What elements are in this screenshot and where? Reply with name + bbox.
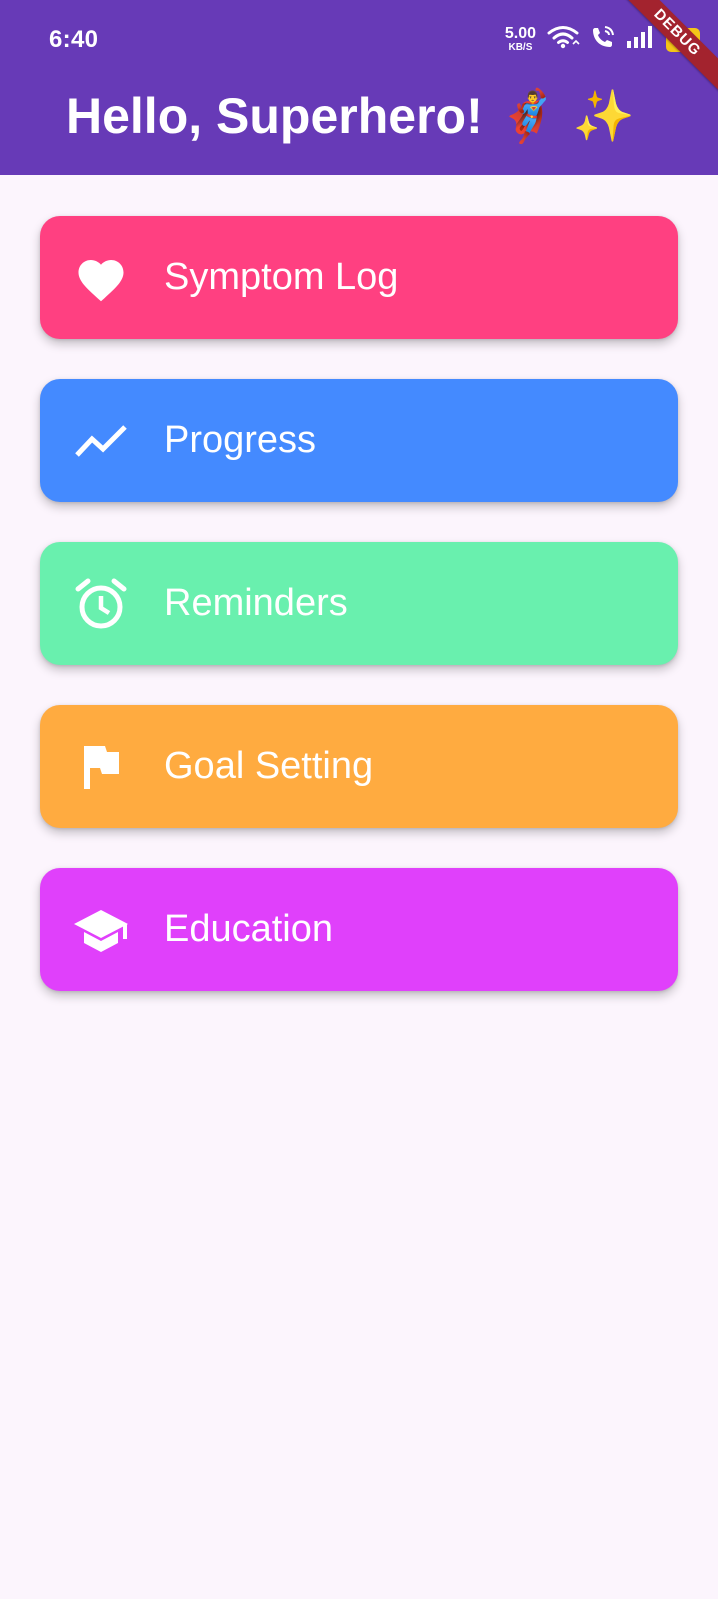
goal-setting-button[interactable]: Goal Setting xyxy=(40,705,678,828)
status-time: 6:40 xyxy=(49,26,99,53)
trending-up-icon xyxy=(72,412,130,470)
progress-label: Progress xyxy=(164,419,317,461)
heart-icon xyxy=(72,249,130,307)
reminders-button[interactable]: Reminders xyxy=(40,542,678,665)
network-speed-value: 5.00 xyxy=(504,25,536,42)
app-bar: 6:40 5.00 KB/S xyxy=(0,0,718,175)
education-button[interactable]: Education xyxy=(40,868,678,991)
progress-button[interactable]: Progress xyxy=(40,379,678,502)
reminders-label: Reminders xyxy=(164,582,348,624)
flag-icon xyxy=(72,738,130,796)
goal-setting-label: Goal Setting xyxy=(164,745,374,787)
education-label: Education xyxy=(164,908,334,950)
signal-icon xyxy=(626,25,656,54)
graduation-cap-icon xyxy=(72,901,130,959)
network-speed-unit: KB/S xyxy=(508,42,533,53)
page-title: Hello, Superhero! 🦸‍♂️ ✨ xyxy=(66,88,636,144)
wifi-icon xyxy=(546,24,580,55)
symptom-log-button[interactable]: Symptom Log xyxy=(40,216,678,339)
alarm-clock-icon xyxy=(72,575,130,633)
symptom-log-label: Symptom Log xyxy=(164,256,399,298)
network-speed: 5.00 KB/S xyxy=(505,26,536,53)
menu-list: Symptom Log Progress Reminders Goal Sett… xyxy=(40,216,678,991)
wifi-call-icon xyxy=(590,24,616,55)
